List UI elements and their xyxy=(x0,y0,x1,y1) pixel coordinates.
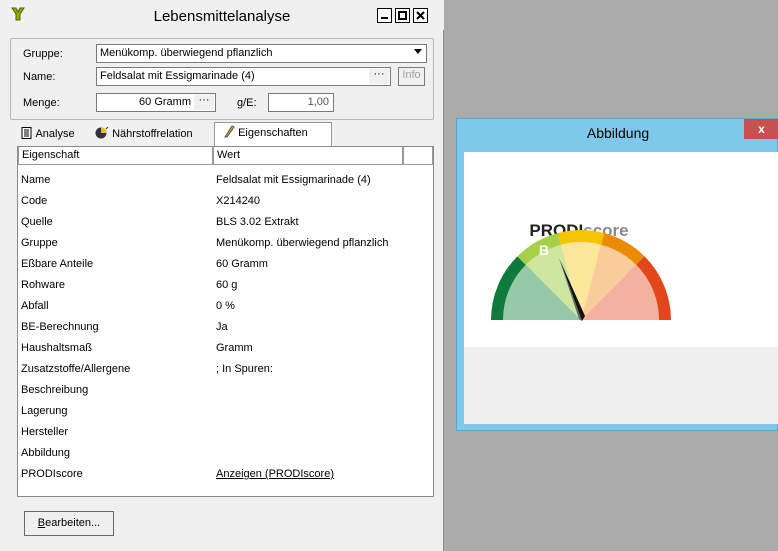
button-bar: Bearbeiten... xyxy=(10,497,434,545)
property-name: Hersteller xyxy=(21,426,69,438)
minimize-icon[interactable] xyxy=(377,8,392,23)
table-row[interactable]: BE-Berechnung Ja xyxy=(18,318,433,339)
property-name: Lagerung xyxy=(21,405,68,417)
table-row[interactable]: Quelle BLS 3.02 Extrakt xyxy=(18,213,433,234)
property-value: BLS 3.02 Extrakt xyxy=(216,216,299,228)
property-name: Quelle xyxy=(21,216,53,228)
property-name: Rohware xyxy=(21,279,66,291)
name-field[interactable]: Feldsalat mit Essigmarinade (4) xyxy=(96,67,391,86)
prodiscore-link[interactable]: Anzeigen (PRODIscore) xyxy=(216,468,334,480)
property-name: Name xyxy=(21,174,51,186)
tab-analyse[interactable]: Analyse xyxy=(17,124,93,146)
table-row[interactable]: Lagerung xyxy=(18,402,433,423)
property-name: BE-Berechnung xyxy=(21,321,99,333)
property-name: Abbildung xyxy=(21,447,70,459)
tab-naehrstoffrelation[interactable]: Nährstoffrelation xyxy=(95,124,213,146)
image-window-content: PRODIscore B xyxy=(464,152,778,424)
property-name: Zusatzstoffe/Allergene xyxy=(21,363,131,375)
name-label: Name: xyxy=(23,71,56,83)
table-row[interactable]: Hersteller xyxy=(18,423,433,444)
gruppe-label: Gruppe: xyxy=(23,48,63,60)
tab-analyse-label: Analyse xyxy=(35,128,75,140)
food-fields: Gruppe: Menükomp. überwiegend pflanzlich… xyxy=(10,38,434,120)
tools-icon xyxy=(223,125,235,145)
chevron-down-icon[interactable] xyxy=(410,46,425,61)
property-value: X214240 xyxy=(216,195,261,207)
property-name: Code xyxy=(21,195,48,207)
table-row[interactable]: Abfall 0 % xyxy=(18,297,433,318)
property-name: Haushaltsmaß xyxy=(21,342,92,354)
property-value: 0 % xyxy=(216,300,235,312)
property-name: Gruppe xyxy=(21,237,58,249)
maximize-icon[interactable] xyxy=(395,8,410,23)
score-letter: B xyxy=(539,242,549,258)
close-button[interactable]: x xyxy=(744,119,778,139)
property-value: Ja xyxy=(216,321,228,333)
property-name: Eßbare Anteile xyxy=(21,258,94,270)
properties-table: Eigenschaft Wert Name Feldsalat mit Essig… xyxy=(17,146,434,497)
column-header-empty xyxy=(403,147,433,165)
edit-button[interactable]: Bearbeiten... xyxy=(24,511,114,536)
gruppe-value: Menükomp. überwiegend pflanzlich xyxy=(100,47,273,59)
analysis-window: Lebensmittelanalyse Gruppe: Menükomp. üb… xyxy=(0,0,444,551)
info-button[interactable]: Info xyxy=(398,67,425,86)
close-icon[interactable] xyxy=(413,8,428,23)
table-row[interactable]: Abbildung xyxy=(18,444,433,465)
prodiscore-image: PRODIscore B xyxy=(464,152,778,347)
pie-chart-icon xyxy=(95,126,109,146)
property-value: 60 g xyxy=(216,279,238,291)
tab-eigenschaften-label: Eigenschaften xyxy=(238,127,308,139)
gruppe-select[interactable]: Menükomp. überwiegend pflanzlich xyxy=(96,44,427,63)
table-row[interactable]: Gruppe Menükomp. überwiegend pflanzlich xyxy=(18,234,433,255)
table-row[interactable]: Beschreibung xyxy=(18,381,433,402)
property-value: 60 Gramm xyxy=(216,258,268,270)
column-header-eigenschaft[interactable]: Eigenschaft xyxy=(18,147,213,165)
menge-label: Menge: xyxy=(23,97,60,109)
property-name: Beschreibung xyxy=(21,384,89,396)
tab-eigenschaften[interactable]: Eigenschaften xyxy=(214,122,332,147)
table-row[interactable]: Code X214240 xyxy=(18,192,433,213)
edit-button-label: earbeiten... xyxy=(45,517,101,529)
table-row[interactable]: Zusatzstoffe/Allergene ; In Spuren: xyxy=(18,360,433,381)
ge-label: g/E: xyxy=(237,97,257,109)
property-name: PRODIscore xyxy=(21,468,83,480)
ge-value: 1,00 xyxy=(307,96,329,108)
tab-naehrstoffrelation-label: Nährstoffrelation xyxy=(112,128,193,140)
image-window-title: Abbildung xyxy=(586,125,650,141)
property-value: Menükomp. überwiegend pflanzlich xyxy=(216,237,389,249)
table-row[interactable]: Eßbare Anteile 60 Gramm xyxy=(18,255,433,276)
table-row[interactable]: Name Feldsalat mit Essigmarinade (4) xyxy=(18,171,433,192)
image-window: Abbildung x PRODIscore B xyxy=(456,118,778,431)
name-browse-button[interactable]: ··· xyxy=(369,69,389,84)
property-name: Abfall xyxy=(21,300,49,312)
menge-value: 60 Gramm xyxy=(139,96,191,108)
document-icon xyxy=(21,126,33,146)
table-row[interactable]: Rohware 60 g xyxy=(18,276,433,297)
menge-browse-button[interactable]: ··· xyxy=(194,95,214,110)
property-value: ; In Spuren: xyxy=(216,363,273,375)
name-value: Feldsalat mit Essigmarinade (4) xyxy=(100,70,255,82)
property-value: Feldsalat mit Essigmarinade (4) xyxy=(216,174,371,186)
table-row[interactable]: Haushaltsmaß Gramm xyxy=(18,339,433,360)
score-gauge: B xyxy=(491,230,671,321)
property-value: Gramm xyxy=(216,342,253,354)
column-header-wert[interactable]: Wert xyxy=(213,147,403,165)
ge-field[interactable]: 1,00 xyxy=(268,93,334,112)
title-bar: Lebensmittelanalyse xyxy=(0,0,444,30)
table-row[interactable]: PRODIscore Anzeigen (PRODIscore) xyxy=(18,465,433,486)
